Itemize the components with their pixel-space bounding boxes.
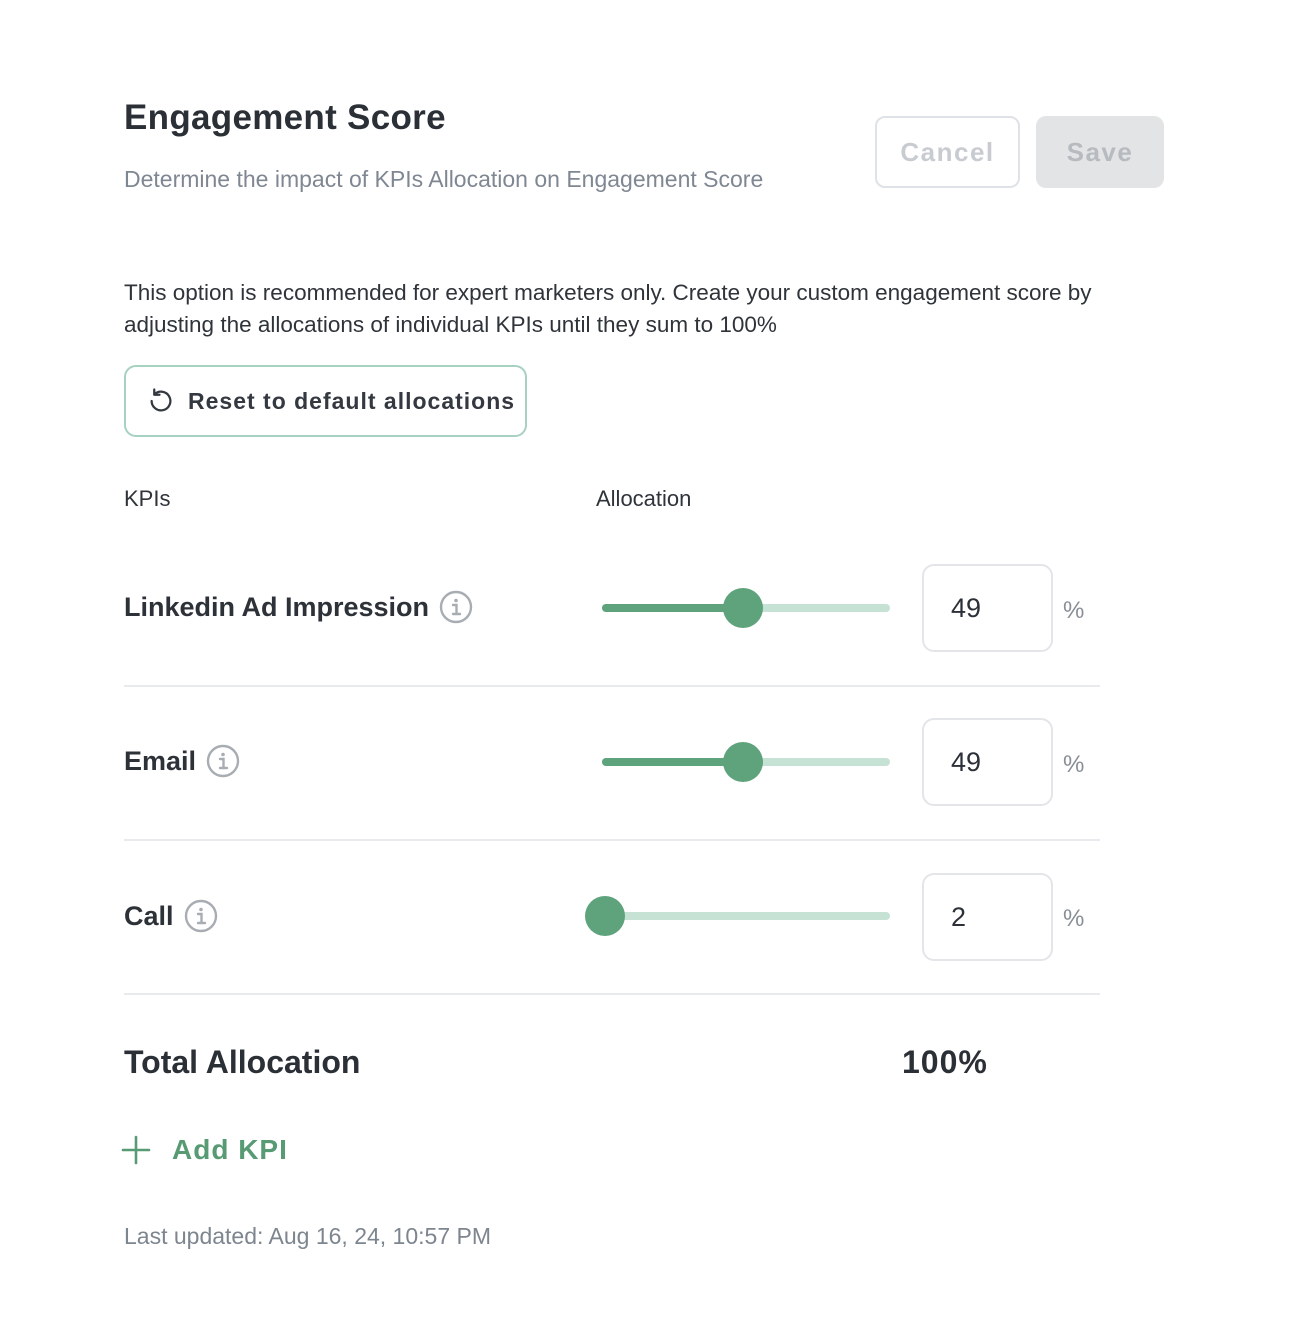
info-icon[interactable] <box>439 590 473 624</box>
reset-allocations-button[interactable]: Reset to default allocations <box>124 365 527 437</box>
kpi-row-call: Call <box>124 899 218 933</box>
kpi-row-email: Email <box>124 744 240 778</box>
slider-thumb[interactable] <box>723 742 764 782</box>
allocation-input[interactable] <box>922 564 1053 652</box>
slider-fill <box>602 604 744 612</box>
cancel-button[interactable]: Cancel <box>875 116 1020 188</box>
total-allocation-value: 100% <box>902 1044 988 1080</box>
info-icon[interactable] <box>184 899 218 933</box>
reset-icon <box>150 388 172 412</box>
add-kpi-label: Add KPI <box>172 1134 288 1165</box>
allocation-input[interactable] <box>922 718 1053 806</box>
slider-fill <box>602 758 744 766</box>
row-divider <box>124 993 1100 995</box>
kpi-row-linkedin: Linkedin Ad Impression <box>124 590 473 624</box>
save-button[interactable]: Save <box>1036 116 1164 188</box>
percent-unit: % <box>1063 905 1085 932</box>
percent-unit: % <box>1063 597 1085 624</box>
reset-allocations-label: Reset to default allocations <box>188 387 516 414</box>
kpis-column-header: KPIs <box>124 486 171 511</box>
info-icon[interactable] <box>206 744 240 778</box>
row-divider <box>124 685 1100 687</box>
percent-unit: % <box>1063 751 1085 778</box>
add-kpi-button[interactable]: Add KPI <box>120 1134 288 1166</box>
kpi-label: Call <box>124 900 174 931</box>
allocation-slider[interactable] <box>584 896 890 936</box>
allocation-column-header: Allocation <box>596 486 692 511</box>
total-allocation-label: Total Allocation <box>124 1044 361 1080</box>
allocation-slider[interactable] <box>602 588 890 628</box>
last-updated-text: Last updated: Aug 16, 24, 10:57 PM <box>124 1223 492 1249</box>
description-text: This option is recommended for expert ma… <box>124 280 1092 337</box>
kpi-label: Email <box>124 745 197 776</box>
slider-thumb[interactable] <box>584 896 625 936</box>
slider-thumb[interactable] <box>723 588 764 628</box>
kpi-label: Linkedin Ad Impression <box>124 591 430 622</box>
allocation-slider[interactable] <box>602 742 890 782</box>
page-subtitle: Determine the impact of KPIs Allocation … <box>124 166 764 192</box>
plus-icon <box>121 1135 151 1165</box>
page-title: Engagement Score <box>124 98 446 137</box>
row-divider <box>124 839 1100 841</box>
allocation-input[interactable] <box>922 873 1053 961</box>
